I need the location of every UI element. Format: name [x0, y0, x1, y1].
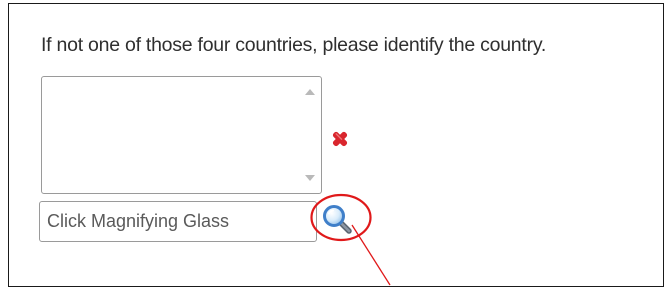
country-lookup-input[interactable]: [39, 201, 317, 242]
magnifying-glass-button[interactable]: [318, 200, 358, 240]
magnifying-glass-icon: [323, 205, 352, 234]
country-textarea[interactable]: [42, 77, 300, 191]
required-x-icon: [332, 131, 348, 147]
country-textarea-container: [41, 76, 322, 194]
scroll-up-icon[interactable]: [305, 89, 315, 95]
textarea-scrollbar[interactable]: [300, 78, 320, 192]
question-label: If not one of those four countries, plea…: [41, 34, 547, 56]
scroll-down-icon[interactable]: [305, 175, 315, 181]
